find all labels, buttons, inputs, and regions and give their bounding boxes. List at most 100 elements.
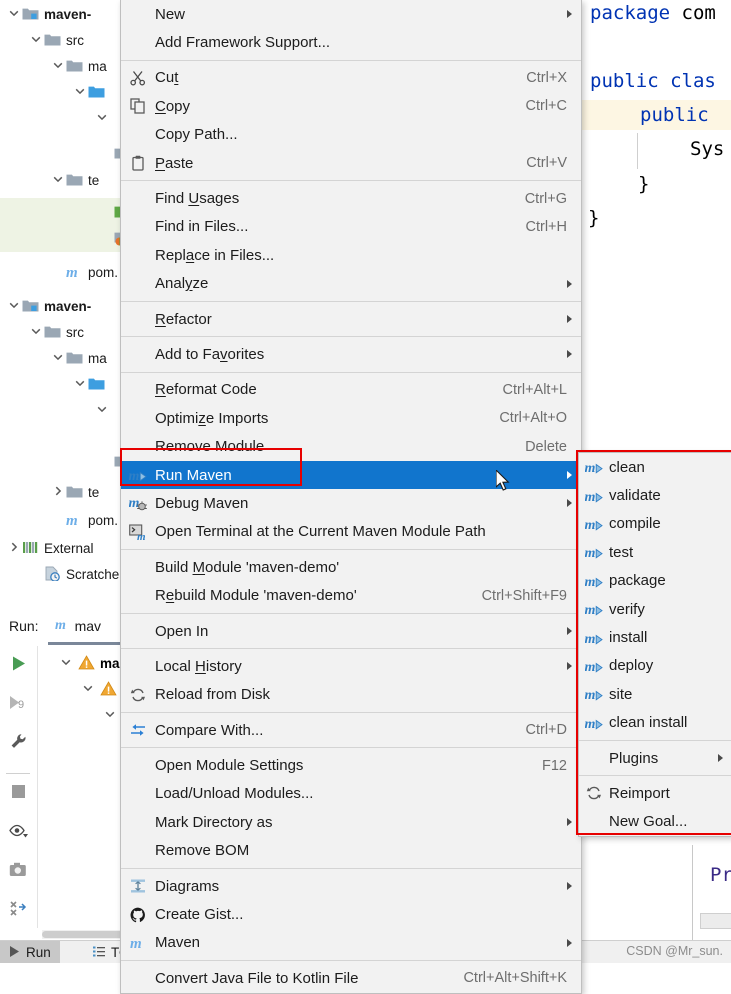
- chevron-down-icon[interactable]: [30, 33, 44, 47]
- terminal-maven-icon: m: [129, 524, 147, 540]
- chevron-down-icon[interactable]: [96, 111, 110, 125]
- menu-item-add-framework-support[interactable]: Add Framework Support...: [121, 28, 581, 56]
- menu-item-local-history[interactable]: Local History: [121, 652, 581, 680]
- export-button[interactable]: [0, 891, 36, 930]
- menu-item-add-to-favorites[interactable]: Add to Favorites: [121, 340, 581, 368]
- menu-item-label: Run Maven: [155, 466, 232, 484]
- chevron-down-icon[interactable]: [52, 173, 66, 187]
- menu-item-shortcut: Ctrl+Shift+F9: [481, 587, 567, 604]
- context-menu[interactable]: New Add Framework Support... Cut Ctrl+X Copy…: [120, 0, 582, 994]
- menu-item-find-in-files[interactable]: Find in Files... Ctrl+H: [121, 213, 581, 241]
- menu-item-optimize-imports[interactable]: Optimize Imports Ctrl+Alt+O: [121, 404, 581, 432]
- menu-item-analyze[interactable]: Analyze: [121, 270, 581, 298]
- menu-item-open-terminal-at-the-current-maven-module-path[interactable]: m Open Terminal at the Current Maven Modu…: [121, 518, 581, 546]
- run-tree-row[interactable]: [38, 702, 118, 728]
- copy-icon: [121, 98, 155, 115]
- chevron-down-icon[interactable]: [8, 7, 22, 21]
- menu-item-build-module-maven-demo[interactable]: Build Module 'maven-demo': [121, 553, 581, 581]
- submenu-item-verify[interactable]: m verify: [579, 595, 731, 623]
- submenu-separator: [579, 739, 731, 741]
- menu-item-reformat-code[interactable]: Reformat Code Ctrl+Alt+L: [121, 376, 581, 404]
- chevron-down-icon[interactable]: [60, 656, 74, 670]
- submenu-item-test[interactable]: m test: [579, 538, 731, 566]
- submenu-item-label: New Goal...: [609, 813, 688, 831]
- run-tree-row[interactable]: ma: [38, 650, 120, 676]
- submenu-item-clean[interactable]: m clean: [579, 453, 731, 481]
- submenu-item-validate[interactable]: m validate: [579, 481, 731, 509]
- chevron-down-icon[interactable]: [104, 708, 118, 722]
- chevron-down-icon[interactable]: [96, 403, 110, 417]
- menu-item-paste[interactable]: Paste Ctrl+V: [121, 149, 581, 177]
- submenu-item-install[interactable]: m install: [579, 623, 731, 651]
- stop-button[interactable]: [0, 774, 36, 813]
- menu-item-convert-java-file-to-kotlin-file[interactable]: Convert Java File to Kotlin File Ctrl+Alt…: [121, 964, 581, 992]
- chevron-down-icon[interactable]: [30, 325, 44, 339]
- svg-text:m: m: [137, 531, 146, 540]
- menu-item-open-module-settings[interactable]: Open Module Settings F12: [121, 751, 581, 779]
- screenshot-button[interactable]: [0, 852, 36, 891]
- maven-run-icon: m: [585, 658, 603, 674]
- svg-text:m: m: [66, 265, 78, 280]
- maven-run-icon: m: [585, 488, 603, 504]
- svg-text:m: m: [130, 936, 142, 951]
- menu-item-find-usages[interactable]: Find Usages Ctrl+G: [121, 184, 581, 212]
- menu-item-replace-in-files[interactable]: Replace in Files...: [121, 241, 581, 269]
- run-maven-submenu[interactable]: m clean m validate m compile m test m package m ver…: [578, 452, 731, 838]
- menu-item-remove-bom[interactable]: Remove BOM: [121, 837, 581, 865]
- submenu-item-new-goal-[interactable]: New Goal...: [579, 808, 731, 836]
- folder-blue-icon: [88, 376, 105, 393]
- menu-item-cut[interactable]: Cut Ctrl+X: [121, 64, 581, 92]
- submenu-item-package[interactable]: m package: [579, 567, 731, 595]
- menu-item-mark-directory-as[interactable]: Mark Directory as: [121, 808, 581, 836]
- menu-item-load-unload-modules[interactable]: Load/Unload Modules...: [121, 780, 581, 808]
- menu-item-open-in[interactable]: Open In: [121, 617, 581, 645]
- chevron-down-icon[interactable]: [82, 682, 96, 696]
- rerun-failed-tests-button[interactable]: 9: [0, 685, 36, 724]
- chevron-right-icon: [567, 662, 572, 671]
- menu-item-create-gist[interactable]: Create Gist...: [121, 900, 581, 928]
- settings-button[interactable]: [0, 724, 36, 763]
- chevron-down-icon[interactable]: [74, 377, 88, 391]
- chevron-down-icon[interactable]: [8, 299, 22, 313]
- run-gutter-toolbar[interactable]: 9: [0, 646, 36, 952]
- run-configuration-tab[interactable]: m mav: [55, 617, 101, 635]
- menu-item-copy[interactable]: Copy Ctrl+C: [121, 92, 581, 120]
- submenu-item-label: compile: [609, 515, 661, 533]
- svg-text:m: m: [585, 717, 596, 731]
- menu-item-copy-path[interactable]: Copy Path...: [121, 121, 581, 149]
- menu-item-debug-maven[interactable]: m Debug Maven: [121, 489, 581, 517]
- menu-item-maven[interactable]: m Maven: [121, 929, 581, 957]
- compare-icon: [121, 722, 155, 738]
- clipboard-icon: [130, 155, 146, 171]
- chevron-down-icon[interactable]: [52, 59, 66, 73]
- chevron-right-icon[interactable]: [52, 485, 66, 499]
- menu-item-remove-module[interactable]: Remove Module Delete: [121, 432, 581, 460]
- code-line: }: [588, 207, 600, 229]
- chevron-right-icon[interactable]: [8, 541, 22, 555]
- status-tab-run[interactable]: Run: [0, 941, 60, 963]
- mouse-cursor: [496, 470, 510, 491]
- submenu-item-compile[interactable]: m compile: [579, 510, 731, 538]
- menu-item-refactor[interactable]: Refactor: [121, 305, 581, 333]
- submenu-item-deploy[interactable]: m deploy: [579, 652, 731, 680]
- menu-item-reload-from-disk[interactable]: Reload from Disk: [121, 681, 581, 709]
- submenu-item-plugins[interactable]: Plugins: [579, 744, 731, 772]
- submenu-item-reimport[interactable]: Reimport: [579, 779, 731, 807]
- menu-item-diagrams[interactable]: Diagrams: [121, 872, 581, 900]
- submenu-item-clean-install[interactable]: m clean install: [579, 709, 731, 737]
- toggle-visibility-button[interactable]: [0, 813, 36, 852]
- code-line: package com: [590, 2, 716, 24]
- menu-item-rebuild-module-maven-demo[interactable]: Rebuild Module 'maven-demo' Ctrl+Shift+F9: [121, 581, 581, 609]
- clipboard-icon: [121, 155, 155, 171]
- menu-item-run-maven[interactable]: m Run Maven: [121, 460, 581, 490]
- scissors-icon: [121, 70, 155, 86]
- menu-item-new[interactable]: New: [121, 0, 581, 28]
- github-icon: [130, 907, 146, 923]
- maven-run-icon: m: [585, 601, 603, 617]
- chevron-down-icon[interactable]: [74, 85, 88, 99]
- chevron-down-icon[interactable]: [52, 351, 66, 365]
- menu-item-compare-with[interactable]: Compare With... Ctrl+D: [121, 716, 581, 744]
- run-tree-row[interactable]: [38, 676, 122, 702]
- submenu-item-site[interactable]: m site: [579, 680, 731, 708]
- rerun-button[interactable]: [0, 646, 36, 685]
